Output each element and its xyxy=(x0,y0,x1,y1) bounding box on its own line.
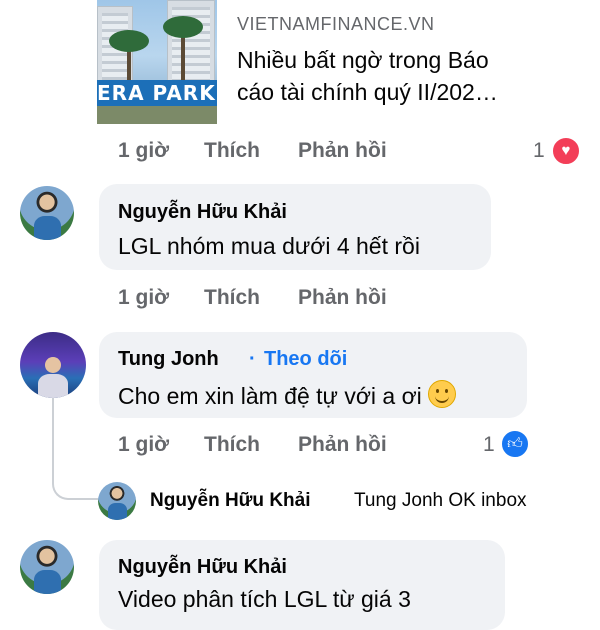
link-preview-title[interactable]: Nhiều bất ngờ trong Báo cáo tài chính qu… xyxy=(237,44,507,108)
follow-button[interactable]: Theo dõi xyxy=(264,348,347,371)
avatar[interactable] xyxy=(20,540,74,594)
link-preview-thumbnail: ERA PARK xyxy=(97,0,217,124)
smiling-face-emoji-icon xyxy=(428,380,457,408)
like-button[interactable]: Thích xyxy=(204,286,260,310)
reply-button[interactable]: Phản hồi xyxy=(298,433,387,457)
comment-text: LGL nhóm mua dưới 4 hết rồi xyxy=(118,233,420,259)
thumbnail-sign-lettering: ERA PARK xyxy=(97,80,217,106)
comment-time[interactable]: 1 giờ xyxy=(118,286,169,310)
reaction-count[interactable]: 1 xyxy=(533,139,545,163)
avatar[interactable] xyxy=(20,332,86,398)
link-preview-domain: VIETNAMFINANCE.VN xyxy=(237,14,435,34)
comment-author[interactable]: Tung Jonh xyxy=(118,348,219,371)
comment-text-row: Cho em xin làm đệ tự với a ơi xyxy=(118,380,457,410)
comment-author[interactable]: Nguyễn Hữu Khải xyxy=(118,201,287,224)
separator-dot: · xyxy=(249,348,256,370)
reply-text[interactable]: Tung Jonh OK inbox xyxy=(354,490,527,512)
comment-text: Cho em xin làm đệ tự với a ơi xyxy=(118,383,422,409)
reaction-count[interactable]: 1 xyxy=(483,433,495,457)
heart-reaction-icon[interactable]: ♥ xyxy=(551,136,581,166)
post-time[interactable]: 1 giờ xyxy=(118,139,169,163)
reply-thread-line xyxy=(52,398,99,500)
comment-time[interactable]: 1 giờ xyxy=(118,433,169,457)
avatar[interactable] xyxy=(98,482,136,520)
like-button[interactable]: Thích xyxy=(204,433,260,457)
like-button[interactable]: Thích xyxy=(204,139,260,163)
reply-button[interactable]: Phản hồi xyxy=(298,139,387,163)
like-reaction-icon[interactable]: 👍︎ xyxy=(500,429,530,459)
comment-bubble xyxy=(99,540,505,630)
reply-button[interactable]: Phản hồi xyxy=(298,286,387,310)
reply-author[interactable]: Nguyễn Hữu Khải xyxy=(150,490,311,512)
link-preview-card[interactable]: ERA PARK VIETNAMFINANCE.VN Nhiều bất ngờ… xyxy=(97,0,498,124)
comment-author[interactable]: Nguyễn Hữu Khải xyxy=(118,556,287,579)
avatar[interactable] xyxy=(20,186,74,240)
